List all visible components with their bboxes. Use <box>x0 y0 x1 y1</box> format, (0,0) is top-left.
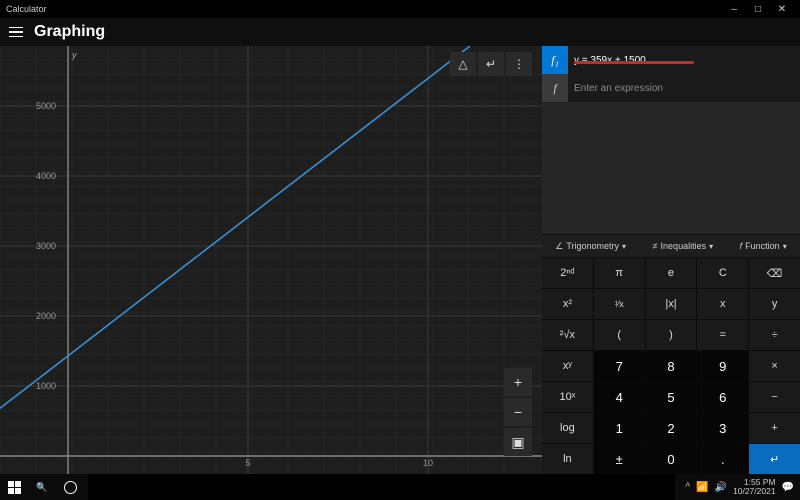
function-badge-1[interactable]: f₁ <box>542 46 568 74</box>
zoom-fit-button[interactable]: ▣ <box>504 428 532 456</box>
key-clear[interactable]: C <box>697 258 748 288</box>
zoom-controls: + − ▣ <box>504 368 532 456</box>
y-tick: 1000 <box>36 381 56 391</box>
keypad-category-bar: ∠ Trigonometry ▾ ≠ Inequalities ▾ f Func… <box>542 234 800 258</box>
clock[interactable]: 1:55 PM 10/27/2021 <box>733 478 776 496</box>
y-tick: 4000 <box>36 171 56 181</box>
windows-logo-icon <box>8 481 21 494</box>
tray-chevron-icon[interactable]: ^ <box>685 482 690 493</box>
window-titlebar: Calculator – □ ✕ <box>0 0 800 18</box>
key-multiply[interactable]: × <box>749 351 800 381</box>
graph-options-icon[interactable]: ⋮ <box>506 52 532 76</box>
key-pi[interactable]: π <box>594 258 645 288</box>
close-icon[interactable]: ✕ <box>770 4 794 15</box>
cortana-icon <box>64 481 77 494</box>
menu-icon[interactable] <box>6 22 26 42</box>
key-ten-power[interactable]: 10ˣ <box>542 382 593 412</box>
key-plus[interactable]: + <box>749 413 800 443</box>
key-2[interactable]: 2 <box>646 413 697 443</box>
key-decimal[interactable]: . <box>697 444 748 474</box>
key-1[interactable]: 1 <box>594 413 645 443</box>
maximize-icon[interactable]: □ <box>746 4 770 15</box>
key-3[interactable]: 3 <box>697 413 748 443</box>
key-6[interactable]: 6 <box>697 382 748 412</box>
key-reciprocal[interactable]: ¹⁄x <box>594 289 645 319</box>
taskbar: 🔍 ^ 📶 🔊 1:55 PM 10/27/2021 💬 <box>0 474 800 500</box>
trigonometry-dropdown[interactable]: ∠ Trigonometry ▾ <box>555 241 626 252</box>
share-icon[interactable]: ↵ <box>478 52 504 76</box>
y-tick: 2000 <box>36 311 56 321</box>
cortana-button[interactable] <box>56 474 84 500</box>
zoom-out-button[interactable]: − <box>504 398 532 426</box>
notifications-icon[interactable]: 💬 <box>782 482 794 493</box>
key-7[interactable]: 7 <box>594 351 645 381</box>
start-button[interactable] <box>0 474 28 500</box>
y-tick: 5000 <box>36 101 56 111</box>
key-divide[interactable]: ÷ <box>749 320 800 350</box>
function-row-1[interactable]: f₁ y = 359x + 1500 <box>542 46 800 74</box>
key-4[interactable]: 4 <box>594 382 645 412</box>
y-axis-label: y <box>72 50 77 60</box>
key-sqrt[interactable]: ²√x <box>542 320 593 350</box>
function-row-2[interactable]: f Enter an expression <box>542 74 800 102</box>
side-panel: f₁ y = 359x + 1500 f Enter an expression… <box>542 46 800 474</box>
key-close-paren[interactable]: ) <box>646 320 697 350</box>
key-9[interactable]: 9 <box>697 351 748 381</box>
key-power[interactable]: xʸ <box>542 351 593 381</box>
x-tick: 5 <box>245 458 250 468</box>
mode-title: Graphing <box>34 23 105 41</box>
search-button[interactable]: 🔍 <box>28 474 56 500</box>
key-ln[interactable]: ln <box>542 444 593 474</box>
minimize-icon[interactable]: – <box>722 4 746 15</box>
key-abs[interactable]: |x| <box>646 289 697 319</box>
main-area: y 1000 2000 3000 4000 5000 5 10 △ ↵ ⋮ + … <box>0 46 800 474</box>
function-placeholder[interactable]: Enter an expression <box>574 83 663 94</box>
function-list-empty <box>542 102 800 234</box>
clock-date: 10/27/2021 <box>733 487 776 496</box>
keypad: 2ⁿᵈ π e C ⌫ x² ¹⁄x |x| x y ²√x ( ) = ÷ x… <box>542 258 800 474</box>
wifi-icon[interactable]: 📶 <box>696 482 708 493</box>
key-x[interactable]: x <box>697 289 748 319</box>
key-5[interactable]: 5 <box>646 382 697 412</box>
volume-icon[interactable]: 🔊 <box>715 482 727 493</box>
trace-icon[interactable]: △ <box>450 52 476 76</box>
key-open-paren[interactable]: ( <box>594 320 645 350</box>
key-equals[interactable]: = <box>697 320 748 350</box>
x-tick: 10 <box>423 458 433 468</box>
plot-line-f1[interactable] <box>0 46 470 416</box>
app-header: Graphing <box>0 18 800 46</box>
annotation-underline <box>574 61 694 64</box>
inequalities-dropdown[interactable]: ≠ Inequalities ▾ <box>653 241 714 251</box>
graph-toolbar: △ ↵ ⋮ <box>450 52 532 76</box>
graph-svg <box>0 46 542 474</box>
zoom-in-button[interactable]: + <box>504 368 532 396</box>
app-title: Calculator <box>6 4 47 14</box>
key-e[interactable]: e <box>646 258 697 288</box>
key-second[interactable]: 2ⁿᵈ <box>542 258 593 288</box>
function-dropdown[interactable]: f Function ▾ <box>740 241 787 251</box>
key-enter[interactable]: ↵ <box>749 444 800 474</box>
key-negate[interactable]: ± <box>594 444 645 474</box>
graph-canvas[interactable]: y 1000 2000 3000 4000 5000 5 10 △ ↵ ⋮ + … <box>0 46 542 474</box>
key-0[interactable]: 0 <box>646 444 697 474</box>
key-y[interactable]: y <box>749 289 800 319</box>
key-square[interactable]: x² <box>542 289 593 319</box>
key-minus[interactable]: − <box>749 382 800 412</box>
key-log[interactable]: log <box>542 413 593 443</box>
function-badge-2[interactable]: f <box>542 74 568 102</box>
key-backspace[interactable]: ⌫ <box>749 258 800 288</box>
system-tray: ^ 📶 🔊 1:55 PM 10/27/2021 💬 <box>679 478 800 496</box>
key-8[interactable]: 8 <box>646 351 697 381</box>
taskbar-apps-area[interactable] <box>88 474 675 500</box>
y-tick: 3000 <box>36 241 56 251</box>
search-icon: 🔍 <box>36 482 47 493</box>
